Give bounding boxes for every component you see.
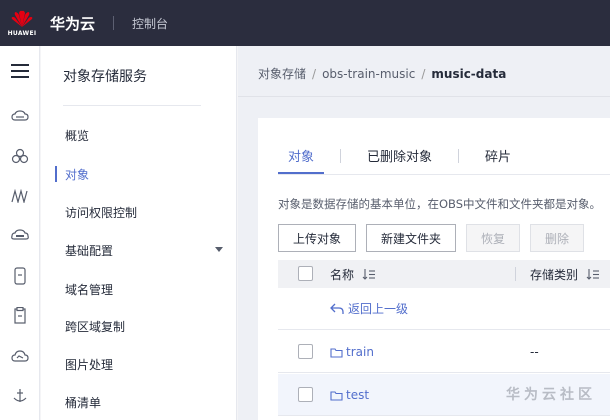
breadcrumb-item-bucket[interactable]: obs-train-music (322, 67, 415, 81)
tab-deleted-objects[interactable]: 已删除对象 (357, 146, 442, 174)
table-row: train -- (278, 331, 610, 373)
huawei-logo[interactable]: HUAWEI (0, 0, 44, 46)
column-header-storage-class-label: 存储类别 (530, 268, 579, 282)
huawei-flower-icon (11, 10, 33, 27)
service-title-divider (63, 105, 201, 106)
rail-item-document[interactable] (0, 296, 39, 336)
phone-icon (13, 267, 26, 285)
rail-item-cluster[interactable] (0, 136, 39, 176)
column-header-storage-class[interactable]: 存储类别 (530, 266, 600, 283)
anchor-icon (13, 389, 26, 402)
console-link[interactable]: 控制台 (132, 15, 168, 32)
nav-item-access-control[interactable]: 访问权限控制 (41, 197, 237, 227)
object-toolbar: 上传对象 新建文件夹 恢复 删除 (278, 224, 594, 252)
main-content: 对象存储 / obs-train-music / music-data 对象 已… (238, 46, 610, 420)
tab-fragments[interactable]: 碎片 (475, 146, 521, 174)
service-title: 对象存储服务 (63, 69, 147, 85)
object-tabs: 对象 已删除对象 碎片 (278, 146, 521, 176)
column-divider (515, 267, 516, 281)
rail-item-storage[interactable] (0, 216, 39, 256)
nav-item-basic-config-label: 基础配置 (65, 243, 114, 258)
network-icon (10, 189, 28, 203)
cloud-check-icon (10, 350, 29, 362)
rail-item-monitor[interactable] (0, 336, 39, 376)
logo-text: HUAWEI (7, 29, 37, 37)
cloud-server-icon (10, 110, 29, 121)
rail-item-ecs[interactable] (0, 96, 39, 136)
new-folder-button[interactable]: 新建文件夹 (366, 224, 457, 252)
nav-item-domain[interactable]: 域名管理 (41, 274, 237, 304)
nav-item-image-processing[interactable]: 图片处理 (41, 349, 237, 379)
object-name-cell[interactable]: train (330, 345, 374, 359)
service-icon-rail (0, 46, 40, 420)
nav-item-overview[interactable]: 概览 (41, 120, 237, 150)
brand-name[interactable]: 华为云 (50, 13, 95, 34)
return-arrow-icon (330, 303, 344, 314)
back-to-parent-label: 返回上一级 (348, 302, 409, 316)
rail-item-deploy[interactable] (0, 376, 39, 416)
nav-item-cross-region[interactable]: 跨区域复制 (41, 311, 237, 341)
document-icon (13, 307, 26, 324)
row-checkbox[interactable] (298, 387, 313, 402)
topbar-divider (113, 16, 115, 30)
tab-divider (340, 149, 342, 163)
nav-item-basic-config[interactable]: 基础配置 (41, 235, 237, 265)
delete-button[interactable]: 删除 (530, 224, 585, 252)
service-nav: 对象存储服务 概览 对象 访问权限控制 基础配置 域名管理 跨区域复制 图片处理… (41, 46, 237, 420)
tab-objects[interactable]: 对象 (278, 146, 325, 174)
breadcrumb: 对象存储 / obs-train-music / music-data (258, 65, 506, 82)
caret-down-icon (215, 247, 223, 252)
folder-icon (330, 347, 343, 358)
breadcrumb-separator: / (312, 66, 317, 81)
object-name-link[interactable]: train (346, 345, 374, 359)
objects-description: 对象是数据存储的基本单位，在OBS中文件和文件夹都是对象。 (278, 197, 602, 211)
rail-item-network[interactable] (0, 176, 39, 216)
breadcrumb-item-obs[interactable]: 对象存储 (258, 65, 306, 82)
objects-card: 对象 已删除对象 碎片 对象是数据存储的基本单位，在OBS中文件和文件夹都是对象… (258, 118, 610, 420)
breadcrumb-item-current: music-data (431, 66, 507, 81)
folder-icon (330, 390, 343, 401)
top-bar: HUAWEI 华为云 控制台 (0, 0, 610, 46)
tab-divider (458, 149, 460, 163)
tabs-divider (278, 174, 610, 175)
select-all-checkbox[interactable] (298, 266, 313, 281)
table-row-back: 返回上一级 (278, 288, 610, 330)
restore-button[interactable]: 恢复 (466, 224, 521, 252)
nav-item-objects[interactable]: 对象 (41, 159, 237, 189)
table-header: 名称 存储类别 (278, 260, 610, 288)
upload-object-button[interactable]: 上传对象 (278, 224, 357, 252)
sort-icon[interactable] (586, 269, 600, 280)
row-checkbox[interactable] (298, 344, 313, 359)
breadcrumb-divider (238, 96, 610, 97)
object-name-cell[interactable]: test (330, 388, 369, 402)
nav-item-inventory[interactable]: 桶清单 (41, 387, 237, 417)
storage-icon (10, 229, 29, 240)
breadcrumb-separator: / (421, 66, 426, 81)
object-name-link[interactable]: test (346, 388, 369, 402)
rail-item-mobile[interactable] (0, 256, 39, 296)
back-to-parent-link[interactable]: 返回上一级 (330, 300, 408, 317)
sort-icon[interactable] (362, 269, 376, 280)
column-header-name-label: 名称 (330, 268, 355, 282)
column-header-name[interactable]: 名称 (330, 266, 376, 283)
cluster-icon (11, 148, 28, 164)
menu-button[interactable] (0, 46, 39, 96)
community-watermark: 华为云社区 (506, 387, 596, 403)
storage-class-cell: -- (530, 345, 539, 359)
menu-icon (10, 64, 29, 78)
